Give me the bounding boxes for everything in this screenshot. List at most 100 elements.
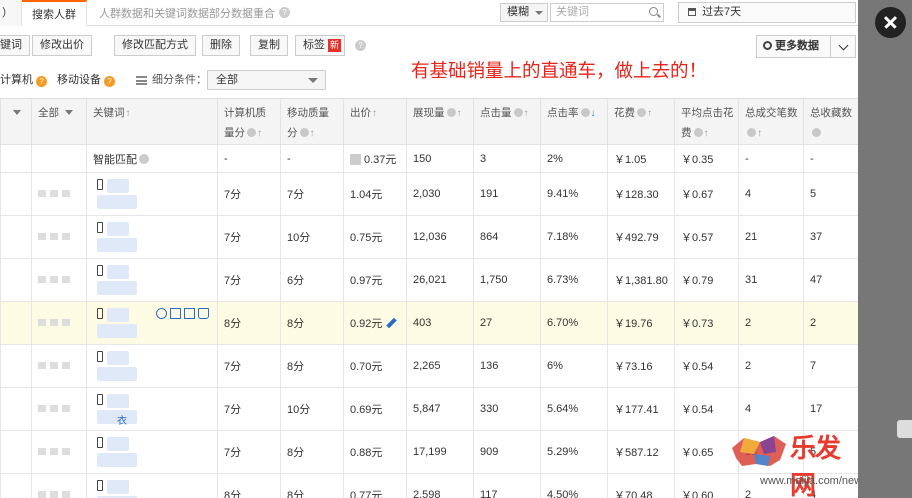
cell-select[interactable]	[0, 473, 32, 498]
col-keyword[interactable]: 关键词↑	[86, 98, 218, 145]
col-ctr[interactable]: 点击率 ↓	[540, 98, 608, 145]
col-pc-qs[interactable]: 计算机质量分 ↑	[217, 98, 281, 145]
chart-icon[interactable]	[184, 308, 195, 319]
edit-bid-button[interactable]: 修改出价	[32, 35, 92, 56]
col-select[interactable]	[0, 98, 32, 145]
info-icon[interactable]	[637, 108, 646, 117]
sort-icon[interactable]: ↑	[457, 108, 462, 119]
table-row[interactable]: 7分 7分 1.04元 2,030 191 9.41% ￥128.30 ￥0.67 4 5	[0, 172, 858, 216]
help-icon[interactable]: ?	[104, 76, 115, 87]
tab-search-crowd[interactable]: 搜索人群	[22, 0, 87, 26]
cell-keyword[interactable]	[86, 301, 218, 345]
edit-match-button[interactable]: 修改匹配方式	[114, 35, 196, 56]
cell-bid[interactable]: 0.77元	[343, 473, 407, 498]
table-row[interactable]: 衣外8分8分0.77元2,5981174.50%￥70.48￥0.6024	[0, 473, 858, 498]
delete-button[interactable]: 删除	[202, 35, 240, 56]
trash-icon[interactable]	[198, 308, 209, 319]
col-clicks[interactable]: 点击量 ↑	[473, 98, 541, 145]
cell-bid[interactable]: 0.69元	[343, 387, 407, 431]
mobile-icon	[97, 265, 103, 276]
info-icon[interactable]	[580, 108, 590, 117]
col-mobile-qs[interactable]: 移动质量分 ↑	[280, 98, 344, 145]
edit-icon[interactable]	[350, 153, 361, 165]
search-icon[interactable]	[649, 7, 658, 16]
sort-desc-icon[interactable]: ↓	[591, 108, 596, 119]
help-icon[interactable]: ?	[355, 40, 366, 51]
col-cost[interactable]: 花费 ↑	[607, 98, 675, 145]
cell-select[interactable]	[0, 344, 32, 388]
help-icon[interactable]	[139, 153, 149, 164]
target-icon[interactable]	[156, 308, 167, 319]
copy-button[interactable]: 复制	[250, 35, 288, 56]
sort-icon[interactable]: ↑	[372, 108, 377, 119]
match-mode-select[interactable]: 模糊	[500, 3, 548, 22]
cell-bid[interactable]: 0.88元	[343, 430, 407, 474]
chevron-down-icon[interactable]	[838, 40, 849, 51]
help-icon[interactable]: ?	[279, 7, 290, 18]
cell-bid[interactable]: 0.75元	[343, 215, 407, 259]
info-icon[interactable]	[747, 128, 756, 137]
cell-keyword[interactable]: 衣外	[86, 473, 218, 498]
cell-keyword[interactable]	[86, 430, 218, 474]
info-icon[interactable]	[299, 128, 309, 137]
table-row[interactable]: 7分 8分 0.70元 2,265 136 6% ￥73.16 ￥0.54 2 7	[0, 344, 858, 388]
edit-pencil-icon[interactable]	[386, 317, 398, 329]
total-orders-value: 2	[745, 489, 752, 498]
cell-bid[interactable]: 0.97元	[343, 258, 407, 302]
sort-icon[interactable]: ↑	[310, 128, 315, 139]
sort-icon[interactable]: ↑	[257, 128, 262, 139]
side-handle[interactable]	[897, 420, 912, 438]
more-data-button[interactable]: 更多数据	[756, 35, 856, 58]
cell-keyword[interactable]	[86, 215, 218, 259]
keyword-search-input[interactable]: 关键词	[550, 3, 664, 22]
mobile-tab[interactable]: 移动设备?	[57, 70, 115, 90]
cell-keyword[interactable]: 衣	[86, 387, 218, 431]
col-avg-cpc[interactable]: 平均点击花费 ↑	[674, 98, 739, 145]
cell-select[interactable]	[0, 387, 32, 431]
table-row[interactable]: 7分 10分 0.75元 12,036 864 7.18% ￥492.79 ￥0.57 21 37	[0, 215, 858, 259]
caret-down-icon[interactable]	[65, 110, 73, 115]
cell-bid[interactable]: 0.37元	[343, 144, 407, 173]
period-selector[interactable]: 过去7天	[678, 2, 856, 23]
add-keyword-button[interactable]: 键词	[0, 35, 30, 56]
table-row[interactable]: 8分 8分 0.92元 403 27 6.70% ￥19.76 ￥0.73 2 2	[0, 301, 858, 345]
keyword-fragment[interactable]: 衣	[117, 412, 127, 427]
cell-keyword[interactable]	[86, 172, 218, 216]
condition-select[interactable]: 全部	[207, 70, 326, 90]
col-status[interactable]: 全部	[31, 98, 87, 145]
cell-select[interactable]	[0, 301, 32, 345]
tag-button[interactable]: 标签新	[295, 35, 346, 56]
cell-bid[interactable]: 1.04元	[343, 172, 407, 216]
copy-icon[interactable]	[170, 308, 181, 319]
cell-bid[interactable]: 0.70元	[343, 344, 407, 388]
cell-select[interactable]	[0, 258, 32, 302]
sort-icon[interactable]: ↑	[126, 108, 131, 119]
mobile-qs-value: 8分	[287, 318, 305, 330]
col-total-orders[interactable]: 总成交笔数 ↑	[738, 98, 804, 145]
info-icon[interactable]	[513, 108, 523, 117]
table-row[interactable]: 7分 6分 0.97元 26,021 1,750 6.73% ￥1,381.80 ￥0.79 3…	[0, 258, 858, 302]
caret-down-icon[interactable]	[13, 110, 21, 115]
info-icon[interactable]	[446, 108, 456, 117]
close-icon[interactable]	[875, 7, 906, 38]
sort-icon[interactable]: ↑	[524, 108, 529, 119]
sort-icon[interactable]: ↑	[757, 128, 762, 139]
info-icon[interactable]	[247, 128, 256, 137]
info-icon[interactable]	[693, 128, 703, 137]
tab-previous[interactable]: ）	[0, 0, 22, 26]
cell-bid[interactable]: 0.92元	[343, 301, 407, 345]
cell-keyword[interactable]	[86, 344, 218, 388]
computer-tab[interactable]: 计算机?	[0, 70, 47, 90]
cell-select[interactable]	[0, 172, 32, 216]
help-icon[interactable]: ?	[36, 76, 47, 87]
col-impressions[interactable]: 展现量 ↑	[406, 98, 474, 145]
col-bid[interactable]: 出价↑	[343, 98, 407, 145]
cell-select[interactable]	[0, 215, 32, 259]
sort-icon[interactable]: ↑	[647, 108, 652, 119]
cell-keyword[interactable]	[86, 258, 218, 302]
sort-icon[interactable]: ↑	[704, 128, 709, 139]
col-total-favs[interactable]: 总收藏数	[803, 98, 858, 145]
table-row[interactable]: 衣 7分 10分 0.69元 5,847 330 5.64% ￥177.41 ￥0.54 4 17	[0, 387, 858, 431]
cell-select[interactable]	[0, 430, 32, 474]
info-icon[interactable]	[812, 128, 821, 137]
